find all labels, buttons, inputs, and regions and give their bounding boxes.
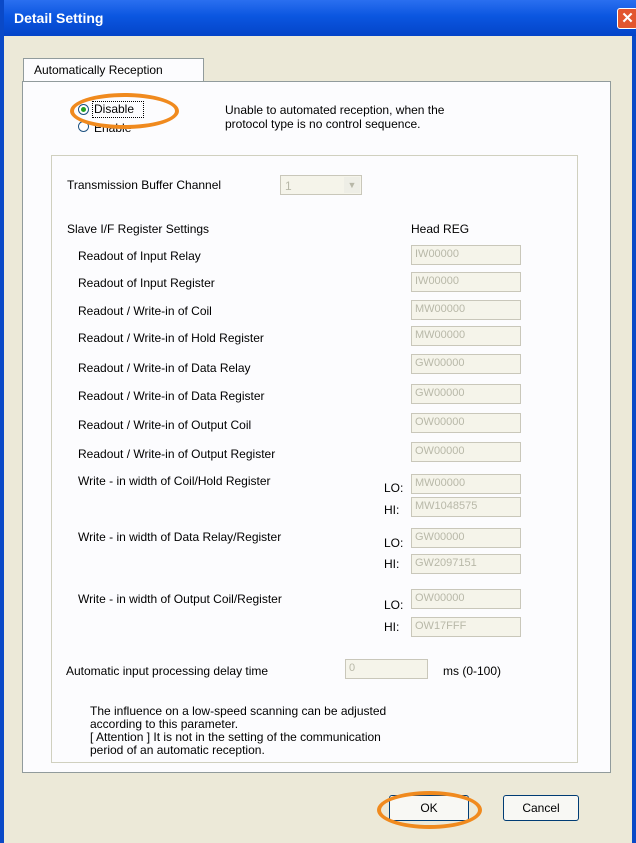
info-line3: [ Attention ] It is not in the setting o… bbox=[90, 730, 381, 744]
delay-input[interactable]: 0 bbox=[345, 659, 428, 679]
width-data-relay-lo-label: LO: bbox=[384, 536, 404, 550]
width-output-coil-lo-input[interactable]: OW00000 bbox=[411, 589, 521, 609]
register-row-label: Readout of Input Register bbox=[78, 276, 215, 290]
register-row-input[interactable]: OW00000 bbox=[411, 413, 521, 433]
register-row-input[interactable]: MW00000 bbox=[411, 326, 521, 346]
buffer-channel-value: 1 bbox=[285, 179, 292, 193]
info-line1: The influence on a low-speed scanning ca… bbox=[90, 704, 387, 718]
width-data-relay-hi-label: HI: bbox=[384, 557, 400, 571]
register-row-label: Readout / Write-in of Output Coil bbox=[78, 418, 252, 432]
register-row-input[interactable]: GW00000 bbox=[411, 384, 521, 404]
register-row-label: Readout / Write-in of Data Register bbox=[78, 389, 265, 403]
register-row-label: Readout / Write-in of Output Register bbox=[78, 447, 276, 461]
reception-note-line2: protocol type is no control sequence. bbox=[225, 117, 421, 131]
register-row-label: Readout / Write-in of Hold Register bbox=[78, 331, 264, 345]
head-reg-label: Head REG bbox=[411, 222, 470, 236]
register-row-label: Readout / Write-in of Coil bbox=[78, 304, 212, 318]
tab-label: Automatically Reception bbox=[34, 63, 163, 77]
buffer-channel-label: Transmission Buffer Channel bbox=[67, 178, 222, 192]
window-title: Detail Setting bbox=[14, 10, 104, 26]
register-row-input[interactable]: OW00000 bbox=[411, 442, 521, 462]
register-row-input[interactable]: IW00000 bbox=[411, 245, 521, 265]
register-row-input[interactable]: GW00000 bbox=[411, 354, 521, 374]
info-line2: according to this parameter. bbox=[90, 717, 239, 731]
reception-note-line1: Unable to automated reception, when the bbox=[225, 103, 445, 117]
width-output-coil-hi-label: HI: bbox=[384, 620, 400, 634]
width-output-coil-label: Write - in width of Output Coil/Register bbox=[78, 592, 282, 606]
register-row-input[interactable]: MW00000 bbox=[411, 300, 521, 320]
width-output-coil-lo-label: LO: bbox=[384, 598, 404, 612]
delay-label: Automatic input processing delay time bbox=[66, 664, 269, 678]
width-output-coil-hi-input[interactable]: OW17FFF bbox=[411, 617, 521, 637]
close-icon[interactable]: ✕ bbox=[617, 8, 636, 29]
info-line4: period of an automatic reception. bbox=[90, 743, 265, 757]
width-coil-hold-hi-input[interactable]: MW1048575 bbox=[411, 497, 521, 517]
width-coil-hold-label: Write - in width of Coil/Hold Register bbox=[78, 474, 271, 488]
width-coil-hold-lo-label: LO: bbox=[384, 481, 404, 495]
register-section-label: Slave I/F Register Settings bbox=[67, 222, 210, 236]
cancel-button[interactable]: Cancel bbox=[503, 795, 579, 821]
highlight-ring bbox=[377, 791, 482, 829]
title-bar[interactable]: Detail Setting bbox=[4, 0, 636, 36]
width-data-relay-label: Write - in width of Data Relay/Register bbox=[78, 530, 282, 544]
register-row-label: Readout / Write-in of Data Relay bbox=[78, 361, 251, 375]
buffer-channel-select[interactable]: 1 ▼ bbox=[280, 175, 362, 195]
delay-unit-label: ms (0-100) bbox=[443, 664, 502, 678]
tab-automatically-reception[interactable]: Automatically Reception bbox=[23, 58, 204, 82]
register-row-input[interactable]: IW00000 bbox=[411, 272, 521, 292]
width-data-relay-hi-input[interactable]: GW2097151 bbox=[411, 554, 521, 574]
chevron-down-icon[interactable]: ▼ bbox=[344, 177, 360, 193]
register-row-label: Readout of Input Relay bbox=[78, 249, 201, 263]
width-coil-hold-hi-label: HI: bbox=[384, 503, 400, 517]
width-data-relay-lo-input[interactable]: GW00000 bbox=[411, 528, 521, 548]
highlight-ring bbox=[70, 93, 179, 129]
width-coil-hold-lo-input[interactable]: MW00000 bbox=[411, 474, 521, 494]
